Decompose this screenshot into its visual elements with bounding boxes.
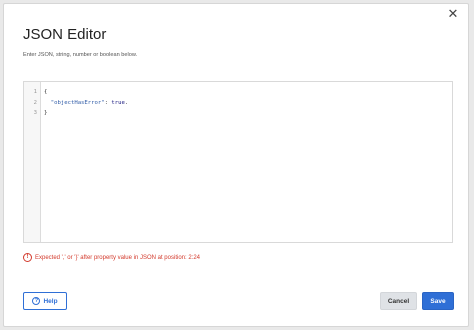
close-icon[interactable]: ✕ xyxy=(446,7,460,21)
code-text: { xyxy=(44,89,48,95)
code-line: } xyxy=(44,108,452,119)
line-number: 1 xyxy=(33,89,37,95)
json-value: true xyxy=(111,99,125,106)
dialog-title: JSON Editor xyxy=(23,26,107,43)
error-icon: ! xyxy=(23,253,32,262)
error-message-row: ! Expected ',' or '}' after property val… xyxy=(23,253,200,262)
line-number: 2 xyxy=(33,99,37,106)
code-text: } xyxy=(44,110,48,116)
json-key: "objectHasError" xyxy=(50,99,105,106)
code-line: { xyxy=(44,87,452,98)
help-icon: ? xyxy=(32,297,41,305)
code-area[interactable]: { "objectHasError": true. } xyxy=(41,82,452,242)
dialog-subtitle: Enter JSON, string, number or boolean be… xyxy=(23,52,138,58)
cancel-button[interactable]: Cancel xyxy=(380,292,417,310)
help-label: Help xyxy=(43,297,58,305)
json-editor-dialog: ✕ JSON Editor Enter JSON, string, number… xyxy=(3,3,469,327)
code-editor[interactable]: 1 2 3 { "objectHasError": true. } xyxy=(23,81,453,243)
line-number: 3 xyxy=(33,110,37,116)
error-message: Expected ',' or '}' after property value… xyxy=(35,254,201,261)
help-button[interactable]: ? Help xyxy=(23,292,67,310)
save-button[interactable]: Save xyxy=(422,292,454,310)
code-line: "objectHasError": true. xyxy=(44,98,452,109)
line-number-gutter: 1 2 3 xyxy=(24,82,41,242)
json-trailing: . xyxy=(124,99,129,106)
